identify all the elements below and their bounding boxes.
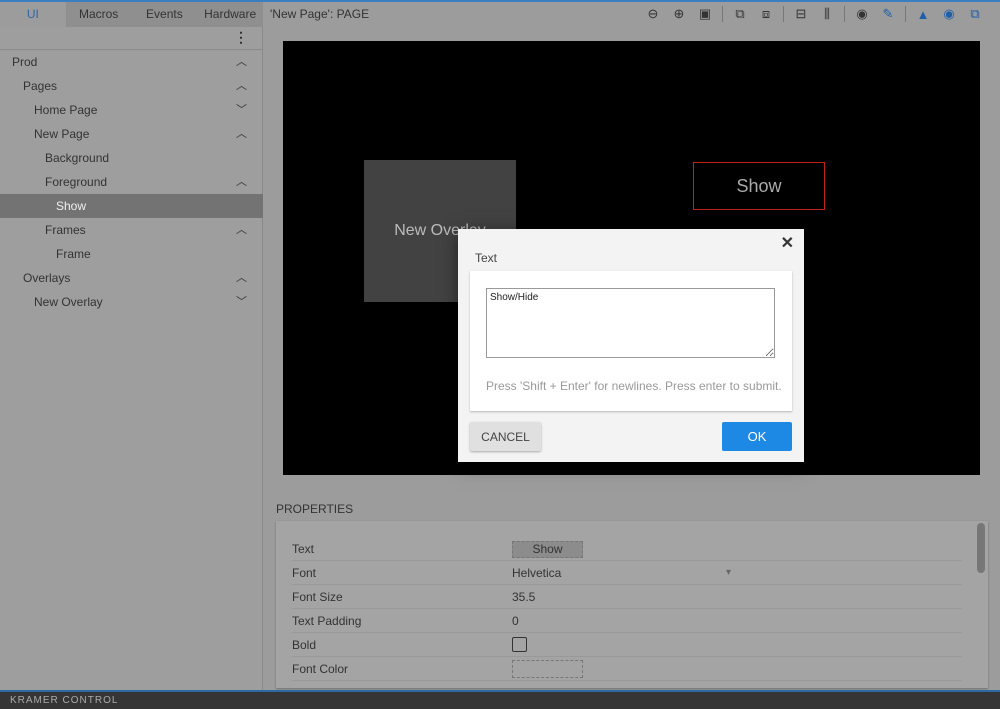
property-row: Font Color bbox=[292, 657, 962, 681]
chevron-up-icon[interactable]: ︿ bbox=[236, 74, 247, 98]
chevron-up-icon[interactable]: ︿ bbox=[236, 218, 247, 242]
more-options-icon[interactable]: ⋮ bbox=[234, 29, 248, 46]
group-icon[interactable]: ⧉ bbox=[727, 4, 753, 24]
tree-item-label: New Overlay bbox=[34, 295, 103, 309]
dialog-hint: Press 'Shift + Enter' for newlines. Pres… bbox=[486, 379, 782, 393]
main-tabs: UI Macros Events Hardware bbox=[0, 2, 263, 27]
tree-item-label: Frames bbox=[45, 223, 86, 237]
property-row: Text Padding 0 bbox=[292, 609, 962, 633]
footer-brand: KRAMER CONTROL bbox=[0, 690, 1000, 709]
tree-item[interactable]: Prod ︿ bbox=[0, 50, 263, 74]
sidebar: ⋮ Prod ︿ Pages ︿ Home Page ﹀ New Page ︿ Backgrou… bbox=[0, 27, 263, 690]
tree-item[interactable]: Foreground ︿ bbox=[0, 170, 263, 194]
font-select[interactable]: Helvetica bbox=[512, 561, 561, 585]
font-color-swatch[interactable] bbox=[512, 660, 583, 678]
page-title: 'New Page': PAGE bbox=[270, 7, 370, 21]
tab-hardware[interactable]: Hardware bbox=[197, 2, 263, 27]
tree-item[interactable]: Background bbox=[0, 146, 263, 170]
align-center-icon[interactable]: ⊟ bbox=[788, 4, 814, 24]
toolbar-separator bbox=[844, 6, 845, 22]
close-icon[interactable]: ✕ bbox=[781, 233, 794, 253]
tree-item-label: Pages bbox=[23, 79, 58, 93]
tree-item[interactable]: Pages ︿ bbox=[0, 74, 263, 98]
tab-macros[interactable]: Macros bbox=[66, 2, 132, 27]
canvas-show-button[interactable]: Show bbox=[693, 162, 825, 210]
tree-item-label: Background bbox=[45, 151, 110, 165]
property-label: Bold bbox=[292, 638, 317, 652]
chevron-down-icon[interactable]: ﹀ bbox=[236, 98, 247, 122]
tree-item[interactable]: New Page ︿ bbox=[0, 122, 263, 146]
property-label: Text bbox=[292, 542, 315, 556]
dialog-card: Show/Hide Press 'Shift + Enter' for newl… bbox=[470, 271, 792, 411]
property-row: Font ▾ Helvetica bbox=[292, 561, 962, 585]
chevron-up-icon[interactable]: ︿ bbox=[236, 50, 247, 74]
image-icon[interactable]: ▲ bbox=[910, 4, 936, 24]
dialog-label: Text bbox=[475, 251, 498, 265]
properties-scrollbar[interactable] bbox=[977, 523, 985, 573]
tree-item-label: Frame bbox=[56, 247, 91, 261]
text-dialog: ✕ Text Show/Hide Press 'Shift + Enter' f… bbox=[458, 229, 804, 462]
property-label: Font Size bbox=[292, 590, 343, 604]
tree-item[interactable]: Home Page ﹀ bbox=[0, 98, 263, 122]
property-label: Font bbox=[292, 566, 317, 580]
property-label: Text Padding bbox=[292, 614, 362, 628]
tree-item-label: Foreground bbox=[45, 175, 108, 189]
tree-item[interactable]: Frames ︿ bbox=[0, 218, 263, 242]
property-row: Font Size 35.5 bbox=[292, 585, 962, 609]
property-value[interactable]: 35.5 bbox=[512, 585, 535, 609]
zoom-out-icon[interactable]: ⊖ bbox=[640, 4, 666, 24]
record-icon[interactable]: ◉ bbox=[849, 4, 875, 24]
cancel-button[interactable]: CANCEL bbox=[470, 422, 541, 451]
toolbar-separator bbox=[905, 6, 906, 22]
tree-item-label: Home Page bbox=[34, 103, 98, 117]
text-value-field[interactable]: Show bbox=[512, 541, 583, 558]
ok-button[interactable]: OK bbox=[722, 422, 792, 451]
tree-item-label: Overlays bbox=[23, 271, 71, 285]
tree-item[interactable]: Overlays ︿ bbox=[0, 266, 263, 290]
toolbar-separator bbox=[783, 6, 784, 22]
text-input[interactable]: Show/Hide bbox=[486, 288, 775, 358]
toolbar: ⊖ ⊕ ▣ ⧉ ⧈ ⊟ ⫼ ◉ ✎ ▲ ◉ ⧉ bbox=[640, 4, 988, 24]
properties-title: PROPERTIES bbox=[276, 502, 354, 516]
properties-panel: Text Show Font ▾ Helvetica Font Size 35.5 Text … bbox=[276, 521, 988, 688]
toolbar-separator bbox=[722, 6, 723, 22]
bold-checkbox[interactable] bbox=[512, 637, 527, 652]
zoom-in-icon[interactable]: ⊕ bbox=[666, 4, 692, 24]
tree-item[interactable]: New Overlay ﹀ bbox=[0, 290, 263, 314]
property-value[interactable]: 0 bbox=[512, 609, 519, 633]
layers-icon[interactable]: ⧉ bbox=[962, 4, 988, 24]
chevron-down-icon[interactable]: ﹀ bbox=[236, 290, 247, 314]
property-row: Text Show bbox=[292, 537, 962, 561]
zoom-fit-icon[interactable]: ▣ bbox=[692, 4, 718, 24]
tree-item-label: Show bbox=[56, 199, 87, 213]
distribute-icon[interactable]: ⫼ bbox=[814, 4, 840, 24]
ungroup-icon[interactable]: ⧈ bbox=[753, 4, 779, 24]
tab-events[interactable]: Events bbox=[132, 2, 198, 27]
tree-item-label: Prod bbox=[12, 55, 38, 69]
chevron-up-icon[interactable]: ︿ bbox=[236, 122, 247, 146]
chevron-up-icon[interactable]: ︿ bbox=[236, 170, 247, 194]
tab-ui[interactable]: UI bbox=[0, 2, 66, 27]
pencil-icon[interactable]: ✎ bbox=[875, 4, 901, 24]
tree-item[interactable]: Frame bbox=[0, 242, 263, 266]
tree-item[interactable]: Show bbox=[0, 194, 263, 218]
dropdown-arrow-icon: ▾ bbox=[726, 567, 732, 578]
radio-icon[interactable]: ◉ bbox=[936, 4, 962, 24]
chevron-up-icon[interactable]: ︿ bbox=[236, 266, 247, 290]
property-row: Bold bbox=[292, 633, 962, 657]
tree-view: Prod ︿ Pages ︿ Home Page ﹀ New Page ︿ Background… bbox=[0, 49, 263, 314]
property-label: Font Color bbox=[292, 662, 349, 676]
tree-item-label: New Page bbox=[34, 127, 90, 141]
